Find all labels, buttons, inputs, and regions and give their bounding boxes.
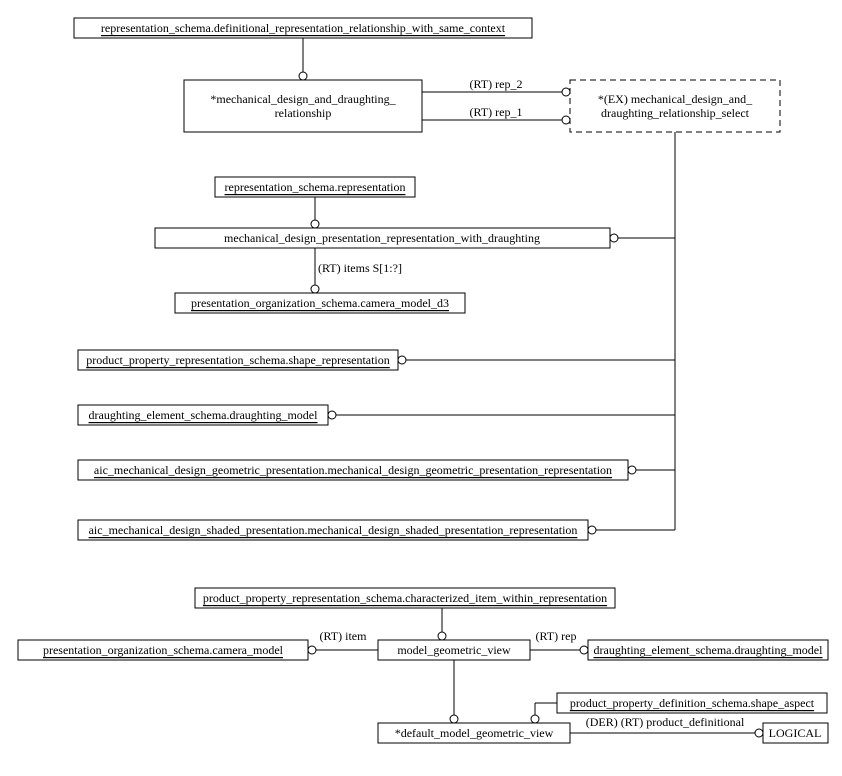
- entity-label: representation_schema.representation: [225, 180, 406, 194]
- entity-label: product_property_representation_schema.c…: [203, 591, 607, 605]
- entity-label: presentation_organization_schema.camera_…: [191, 296, 449, 310]
- select-marker: [588, 526, 596, 534]
- edge-label: (RT) rep_1: [470, 105, 523, 119]
- select-marker: [610, 234, 618, 242]
- type-label: LOGICAL: [769, 726, 822, 740]
- edge-marker: [562, 88, 570, 96]
- edge-label: (RT) rep_2: [470, 77, 523, 91]
- entity-label: aic_mechanical_design_shaded_presentatio…: [89, 523, 578, 537]
- edge-label: (RT) items S[1:?]: [318, 261, 402, 275]
- select-label: *(EX) mechanical_design_and_: [598, 92, 753, 106]
- entity-label: *default_model_geometric_view: [395, 726, 554, 740]
- edge-marker: [562, 116, 570, 124]
- edge-label: (RT) item: [320, 629, 368, 643]
- edge-marker: [308, 646, 316, 654]
- entity-label: mechanical_design_presentation_represent…: [224, 231, 540, 245]
- supertype-marker: [311, 220, 319, 228]
- entity-label: draughting_element_schema.draughting_mod…: [594, 643, 824, 657]
- supertype-marker: [450, 715, 458, 723]
- entity-label: product_property_representation_schema.s…: [86, 353, 390, 367]
- entity-label: representation_schema.definitional_repre…: [101, 21, 506, 35]
- supertype-marker: [438, 632, 446, 640]
- entity-label: relationship: [275, 106, 332, 120]
- edge-marker: [580, 646, 588, 654]
- select-marker: [328, 411, 336, 419]
- edge-marker: [311, 285, 319, 293]
- supertype-marker: [299, 72, 307, 80]
- entity-label: *mechanical_design_and_draughting_: [210, 92, 396, 106]
- supertype-marker: [531, 715, 539, 723]
- select-label: draughting_relationship_select: [601, 106, 750, 120]
- entity-label: presentation_organization_schema.camera_…: [43, 643, 284, 657]
- entity-label: model_geometric_view: [397, 643, 511, 657]
- edge-label: (DER) (RT) product_definitional: [586, 715, 745, 729]
- edge-label: (RT) rep: [536, 629, 577, 643]
- select-marker: [398, 356, 406, 364]
- edge-marker: [755, 729, 763, 737]
- entity-label: aic_mechanical_design_geometric_presenta…: [94, 463, 612, 477]
- entity-label: product_property_definition_schema.shape…: [570, 696, 815, 710]
- select-marker: [628, 466, 636, 474]
- entity-label: draughting_element_schema.draughting_mod…: [89, 408, 319, 422]
